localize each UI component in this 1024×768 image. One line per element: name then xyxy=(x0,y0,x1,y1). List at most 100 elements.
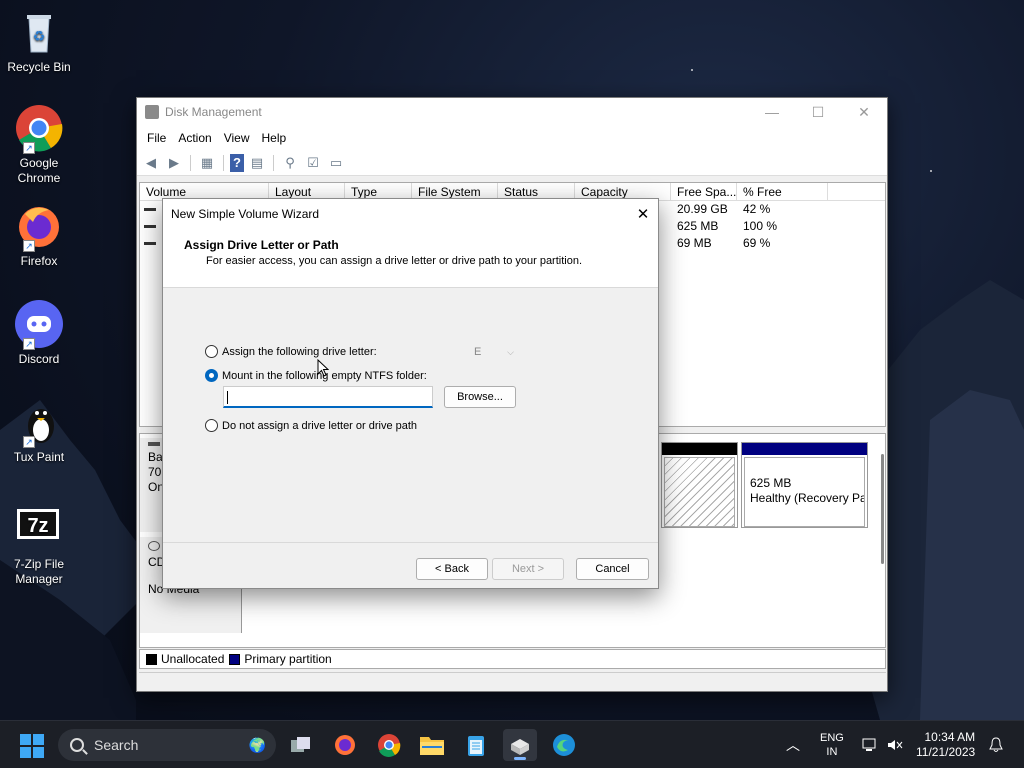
desktop-icon-7zip[interactable]: 7z 7-Zip File Manager xyxy=(4,505,74,587)
wizard-header: Assign Drive Letter or Path For easier a… xyxy=(163,228,658,288)
window-titlebar[interactable]: Disk Management — ☐ ✕ xyxy=(137,98,887,126)
taskbar-edge[interactable] xyxy=(547,729,581,761)
radio-button[interactable] xyxy=(205,419,218,432)
desktop-icon-label: Google Chrome xyxy=(17,156,61,185)
shortcut-arrow-icon: ↗ xyxy=(23,240,35,252)
search-label: Search xyxy=(94,737,139,753)
radio-assign-drive-letter[interactable]: Assign the following drive letter: xyxy=(205,345,377,358)
wizard-page-description: For easier access, you can assign a driv… xyxy=(206,255,583,267)
free-space-value: 20.99 GB xyxy=(677,202,728,216)
menu-action[interactable]: Action xyxy=(172,131,217,145)
wizard-page-title: Assign Drive Letter or Path xyxy=(184,238,339,252)
volume-muted-icon xyxy=(888,740,903,750)
desktop-icon-discord[interactable]: ↗ Discord xyxy=(4,300,74,367)
radio-button[interactable] xyxy=(205,345,218,358)
clock-time: 10:34 AM xyxy=(924,730,976,744)
start-button[interactable] xyxy=(20,734,44,758)
back-arrow-icon[interactable]: ◀ xyxy=(141,154,161,172)
drive-letter-select[interactable]: E ⌵ xyxy=(471,343,517,361)
forward-arrow-icon[interactable]: ▶ xyxy=(164,154,184,172)
taskbar-clock[interactable]: 10:34 AM 11/21/2023 xyxy=(916,721,975,768)
column-percent-free[interactable]: % Free xyxy=(737,183,828,200)
window-title: Disk Management xyxy=(165,105,262,119)
folder-icon xyxy=(420,737,444,755)
shortcut-arrow-icon: ↗ xyxy=(23,338,35,350)
settings-list-icon[interactable]: ▭ xyxy=(326,154,346,172)
text-caret xyxy=(227,391,228,405)
notifications-button[interactable] xyxy=(989,721,1003,768)
toolbar: ◀ ▶ ▦ ? ▤ ⚲ ☑ ▭ xyxy=(137,150,887,176)
percent-free-value: 42 % xyxy=(743,202,771,216)
taskbar-file-explorer[interactable] xyxy=(415,729,449,761)
tux-paint-icon: ↗ xyxy=(15,398,63,448)
partition-status: Healthy (Recovery Pa xyxy=(750,491,864,505)
disk-management-icon xyxy=(511,739,529,755)
desktop-icon-label: Recycle Bin xyxy=(7,60,71,74)
close-button[interactable]: ✕ xyxy=(841,98,887,126)
show-hidden-icons-button[interactable]: ︿ xyxy=(786,721,800,768)
radio-mount-ntfs-folder[interactable]: Mount in the following empty NTFS folder… xyxy=(205,369,427,382)
disk-management-icon xyxy=(145,105,159,119)
wizard-titlebar[interactable]: New Simple Volume Wizard ✕ xyxy=(163,199,658,228)
connect-icon[interactable]: ⚲ xyxy=(280,154,300,172)
back-button[interactable]: < Back xyxy=(416,558,488,580)
properties-icon[interactable]: ▦ xyxy=(197,154,217,172)
chrome-icon: ↗ xyxy=(15,104,63,154)
recycle-bin-icon: ♻ xyxy=(15,8,63,56)
minimize-button[interactable]: — xyxy=(749,98,795,126)
taskbar-task-view[interactable] xyxy=(284,729,318,761)
maximize-button[interactable]: ☐ xyxy=(795,98,841,126)
taskbar-chrome[interactable] xyxy=(372,729,406,761)
bell-icon xyxy=(989,737,1003,752)
percent-free-value: 100 % xyxy=(743,219,778,233)
recovery-partition[interactable]: 625 MB Healthy (Recovery Pa xyxy=(741,442,868,528)
menu-file[interactable]: File xyxy=(141,131,172,145)
edge-icon xyxy=(553,734,575,756)
radio-label: Do not assign a drive letter or drive pa… xyxy=(222,419,418,432)
unallocated-partition[interactable] xyxy=(661,442,738,528)
primary-partition-bar xyxy=(742,443,867,455)
partition-size: 625 MB xyxy=(750,476,792,490)
desktop-icon-tux-paint[interactable]: ↗ Tux Paint xyxy=(4,398,74,465)
search-highlight-icon: 🌍 xyxy=(248,736,266,753)
help-icon[interactable]: ? xyxy=(230,153,244,172)
network-status[interactable] xyxy=(862,721,878,768)
menu-help[interactable]: Help xyxy=(256,131,293,145)
language-indicator[interactable]: ENG IN xyxy=(820,721,844,768)
menu-view[interactable]: View xyxy=(218,131,256,145)
taskbar: Search 🌍 ︿ ENG IN 10:34 AM 11/21/2023 xyxy=(0,720,1024,768)
taskbar-notepad[interactable] xyxy=(459,729,493,761)
wizard-close-icon[interactable]: ✕ xyxy=(628,205,658,223)
taskbar-disk-management[interactable] xyxy=(503,729,537,761)
volume-icon xyxy=(144,242,156,246)
desktop-icon-firefox[interactable]: ↗ Firefox xyxy=(4,202,74,269)
desktop-icon-label: 7-Zip File Manager xyxy=(13,557,64,586)
disk-pane-scrollbar[interactable] xyxy=(877,434,885,647)
column-free-space[interactable]: Free Spa... xyxy=(671,183,737,200)
check-icon[interactable]: ☑ xyxy=(303,154,323,172)
cancel-button[interactable]: Cancel xyxy=(576,558,649,580)
status-bar xyxy=(139,672,886,691)
star xyxy=(691,69,693,71)
taskbar-search[interactable]: Search 🌍 xyxy=(58,729,276,761)
legend-primary-swatch xyxy=(229,653,241,665)
volume-icon xyxy=(144,225,156,229)
taskbar-firefox[interactable] xyxy=(328,729,362,761)
legend-primary-label: Primary partition xyxy=(244,652,332,666)
volume-status[interactable] xyxy=(887,721,903,768)
list-view-icon[interactable]: ▤ xyxy=(247,154,267,172)
radio-button-selected[interactable] xyxy=(205,369,218,382)
chevron-up-icon: ︿ xyxy=(786,737,800,753)
unallocated-bar xyxy=(662,443,737,455)
desktop-icon-chrome[interactable]: ↗ Google Chrome xyxy=(4,104,74,186)
discord-icon: ↗ xyxy=(15,300,63,350)
legend-unallocated-swatch xyxy=(146,653,157,665)
next-button[interactable]: Next > xyxy=(492,558,564,580)
browse-button[interactable]: Browse... xyxy=(444,386,516,408)
ntfs-folder-path-input[interactable] xyxy=(223,386,433,408)
desktop-icon-recycle-bin[interactable]: ♻ Recycle Bin xyxy=(4,8,74,75)
disk-icon xyxy=(148,442,160,446)
radio-no-drive-letter[interactable]: Do not assign a drive letter or drive pa… xyxy=(205,419,417,432)
new-simple-volume-wizard: New Simple Volume Wizard ✕ Assign Drive … xyxy=(162,198,659,589)
percent-free-value: 69 % xyxy=(743,236,771,250)
